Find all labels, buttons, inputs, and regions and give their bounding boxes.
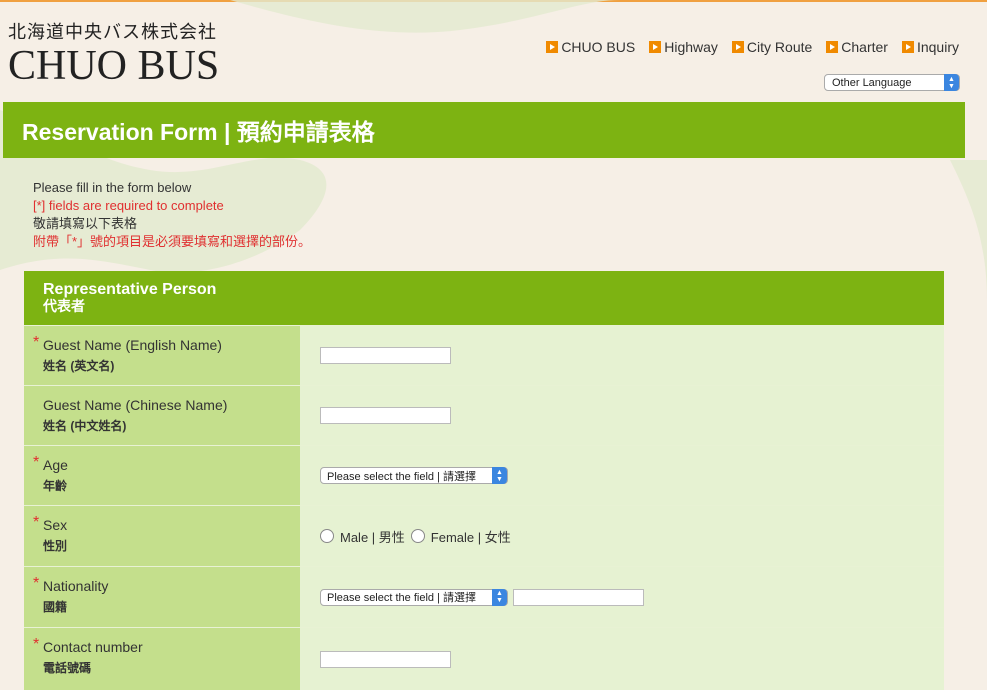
form-row-sex: * Sex 性別 Male | 男性 Female | 女性 [24,505,944,566]
form-row-age: * Age 年齡 Please select the field | 請選擇 ▲… [24,445,944,505]
logo-company-name-en: CHUO BUS [8,43,220,89]
field-label-en: Age [43,457,68,473]
form-row-nationality: * Nationality 國籍 Please select the field… [24,566,944,627]
female-radio[interactable] [410,529,425,543]
arrow-right-icon [546,41,559,53]
field-label-jp: 國籍 [43,600,68,614]
nav-highway[interactable]: Highway [649,39,718,55]
nav-chuo-bus[interactable]: CHUO BUS [546,39,635,55]
sex-radio-group: Male | 男性 Female | 女性 [320,527,511,546]
instruction-zh: 敬請填寫以下表格 [33,216,138,231]
required-marker: * [33,454,40,471]
female-radio-label[interactable]: Female | 女性 [431,527,511,546]
arrow-right-icon [901,41,914,53]
nationality-other-input[interactable] [513,588,644,606]
section-title: Representative Person [43,281,217,298]
field-label-en: Nationality [43,578,109,594]
nationality-select[interactable]: Please select the field | 請選擇 ▲ ▼ [320,588,508,606]
nav-label: Charter [841,39,888,55]
field-value: Please select the field | 請選擇 ▲ ▼ [300,446,944,505]
field-label-en: Guest Name (Chinese Name) [43,397,228,413]
required-marker: * [33,636,40,653]
field-label-en: Contact number [43,639,143,655]
field-label: * Age 年齡 [24,446,300,505]
field-value: Please select the field | 請選擇 ▲ ▼ [300,567,944,627]
nav-city-route[interactable]: City Route [731,39,813,55]
select-arrows-icon: ▲ ▼ [492,588,507,606]
age-select[interactable]: Please select the field | 請選擇 ▲ ▼ [320,467,508,484]
field-label-en: Guest Name (English Name) [43,337,222,353]
field-label: * Nationality 國籍 [24,567,300,627]
required-note-zh: 附帶「*」號的項目是必須要填寫和選擇的部份。 [33,234,312,249]
guest-name-zh-input[interactable] [320,407,451,424]
nav-label: City Route [746,39,813,55]
required-marker: * [33,514,40,531]
arrow-right-icon [731,41,744,53]
select-arrows-icon: ▲ ▼ [944,74,959,91]
field-label-jp: 姓名 (中文姓名) [43,419,127,433]
arrow-right-icon [826,41,839,53]
form-instructions: Please fill in the form below [*] fields… [33,179,311,251]
nav-inquiry[interactable]: Inquiry [901,39,959,55]
required-note-en: [*] fields are required to complete [33,198,224,213]
section-header: Representative Person 代表者 [24,271,944,325]
logo-company-name-jp: 北海道中央バス株式会社 [8,22,217,43]
field-label: * Contact number 電話號碼 [24,628,300,690]
top-accent-line [0,0,987,2]
required-marker: * [33,334,40,351]
select-arrows-icon: ▲ ▼ [492,467,507,484]
field-value [300,628,944,690]
language-select[interactable]: Other Language ▲ ▼ [824,74,960,91]
field-label: * Guest Name (English Name) 姓名 (英文名) [24,326,300,385]
top-navigation: CHUO BUS Highway City Route Charter Inqu… [546,39,959,55]
reservation-form: Representative Person 代表者 * Guest Name (… [24,271,944,690]
male-radio[interactable] [320,529,334,543]
section-subtitle: 代表者 [43,298,85,314]
form-row-guest-name-en: * Guest Name (English Name) 姓名 (英文名) [24,325,944,385]
required-marker: * [33,575,40,592]
field-label: * Sex 性別 [24,506,300,566]
field-label-en: Sex [43,517,68,533]
arrow-right-icon [649,41,662,53]
field-label: Guest Name (Chinese Name) 姓名 (中文姓名) [24,386,300,445]
field-label-jp: 年齡 [43,479,68,493]
age-select-value: Please select the field | 請選擇 [327,470,476,483]
nav-label: Highway [664,39,718,55]
form-row-guest-name-zh: Guest Name (Chinese Name) 姓名 (中文姓名) [24,385,944,445]
field-value [300,386,944,445]
language-select-value: Other Language [832,76,912,89]
nationality-select-value: Please select the field | 請選擇 [327,592,476,604]
site-logo[interactable]: 北海道中央バス株式会社 CHUO BUS [8,18,220,89]
form-row-contact-number: * Contact number 電話號碼 [24,627,944,690]
field-label-jp: 性別 [43,539,68,553]
page-title: Reservation Form | 預約申請表格 [3,102,965,158]
field-label-jp: 電話號碼 [43,661,92,675]
guest-name-en-input[interactable] [320,347,451,364]
male-radio-label[interactable]: Male | 男性 [340,527,405,546]
field-label-jp: 姓名 (英文名) [43,359,115,373]
nav-charter[interactable]: Charter [826,39,888,55]
contact-number-input[interactable] [320,650,451,668]
field-value: Male | 男性 Female | 女性 [300,506,944,566]
field-value [300,326,944,385]
nav-label: CHUO BUS [561,39,636,55]
instruction-en: Please fill in the form below [33,180,192,195]
nav-label: Inquiry [916,39,959,55]
